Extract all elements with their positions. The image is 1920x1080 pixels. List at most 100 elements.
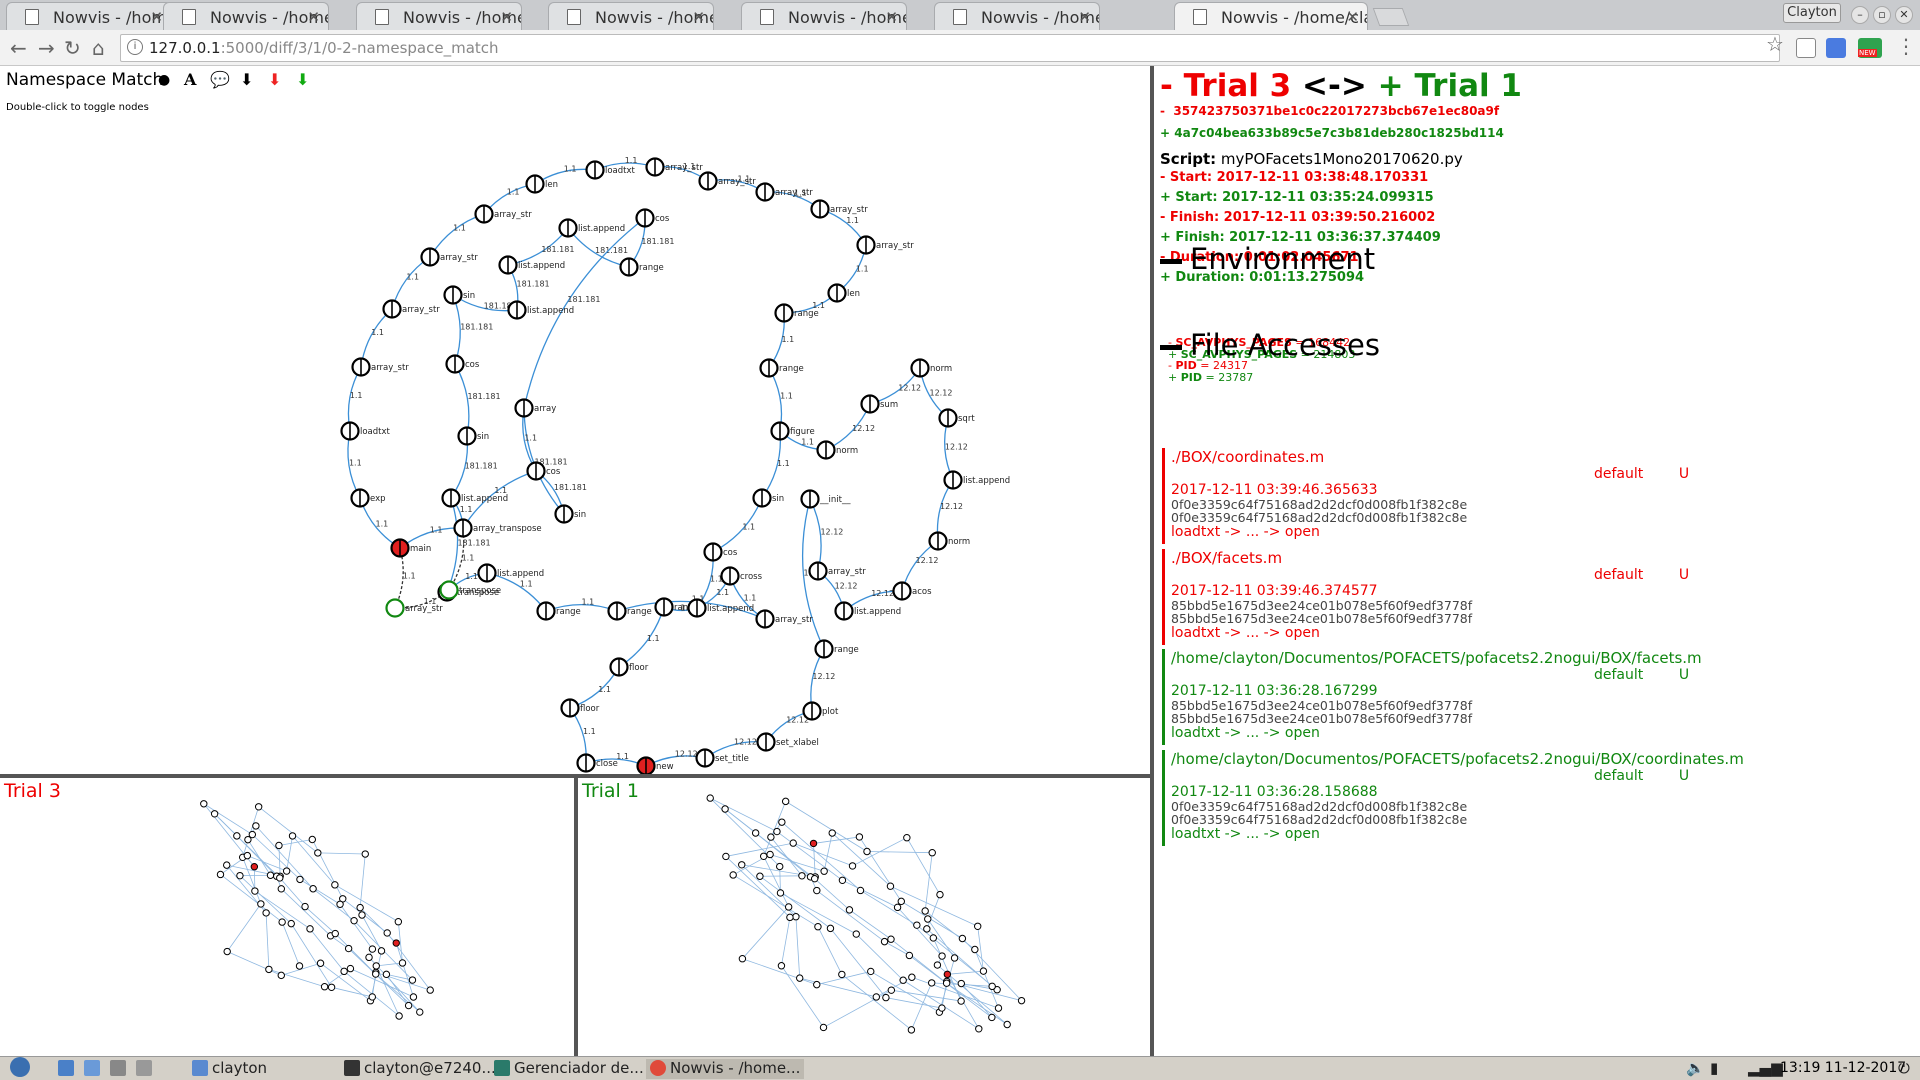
mini-node[interactable] [278, 918, 286, 926]
graph-node[interactable]: array_str [755, 609, 814, 629]
mini-node[interactable] [250, 863, 259, 871]
browser-tab[interactable]: Nowvis - /home/cla✕ [934, 2, 1100, 30]
mini-node[interactable] [251, 887, 259, 895]
mini-node[interactable] [252, 822, 260, 830]
mini-node[interactable] [372, 962, 380, 970]
mini-node[interactable] [277, 971, 285, 980]
file-access-item[interactable]: /home/clayton/Documentos/POFACETS/poface… [1162, 649, 1862, 745]
browser-tab[interactable]: Nowvis - /home/cla✕ [356, 2, 522, 30]
close-tab-icon[interactable]: ✕ [692, 8, 705, 26]
mini-node[interactable] [838, 876, 847, 884]
file-accesses-header[interactable]: File Accesses [1160, 328, 1380, 362]
volume-icon[interactable]: 🔈 [1686, 1059, 1705, 1079]
browser-tab[interactable]: Nowvis - /home/cla✕ [548, 2, 714, 30]
mini-node[interactable] [254, 803, 263, 811]
mini-node[interactable] [756, 872, 764, 880]
file-access-item[interactable]: /home/clayton/Documentos/POFACETS/poface… [1162, 749, 1862, 846]
graph-node[interactable]: floor [609, 657, 649, 677]
mini-node[interactable] [913, 921, 921, 929]
mini-node[interactable] [897, 897, 905, 906]
close-tab-icon[interactable]: ✕ [1078, 8, 1091, 26]
browser-tab[interactable]: Nowvis - /home/cla✕ [6, 2, 172, 30]
graph-node[interactable]: array_str [351, 357, 410, 377]
mini-node[interactable] [887, 935, 895, 943]
mini-node[interactable] [958, 934, 967, 943]
close-tab-icon[interactable]: ✕ [1346, 8, 1359, 26]
mini-node[interactable] [336, 900, 344, 908]
collapse-icon[interactable] [1160, 258, 1182, 264]
mini-node[interactable] [928, 849, 936, 857]
mini-node[interactable] [200, 800, 208, 808]
graph-node[interactable]: array_str [755, 182, 814, 202]
mini-node[interactable] [314, 849, 322, 857]
graph-node[interactable]: range [759, 358, 804, 378]
mini-node[interactable] [887, 986, 896, 994]
mini-node[interactable] [340, 967, 348, 976]
mini-node[interactable] [776, 889, 785, 897]
new-tab-button[interactable] [1372, 8, 1410, 26]
graph-node[interactable]: norm [910, 358, 953, 378]
taskbar-item-clayton[interactable]: clayton [192, 1059, 267, 1079]
mini-node[interactable] [786, 913, 794, 922]
mini-node[interactable] [377, 947, 386, 955]
mini-node[interactable] [767, 833, 775, 841]
mini-node[interactable] [777, 962, 786, 970]
graph-node[interactable]: cos [635, 208, 670, 228]
download-trial-b-icon[interactable]: ⬇ [296, 70, 309, 89]
graph-node[interactable]: transpose [439, 580, 502, 600]
mini-node[interactable] [266, 871, 275, 879]
mini-node[interactable] [223, 861, 231, 869]
mini-node[interactable] [426, 986, 434, 994]
mini-node[interactable] [346, 964, 355, 973]
graph-node[interactable]: cos [445, 354, 480, 374]
file-access-item[interactable]: ./BOX/coordinates.m default U 2017-12-11 0… [1162, 448, 1862, 544]
mini-node[interactable] [855, 833, 864, 841]
namespace-graph[interactable]: 1.1 1.1 1.1 1.1 1.1 1.1 1.1 1.1 1.1 1.1 1.1 1.1 1.1 1… [0, 66, 1150, 774]
mini-node[interactable] [408, 976, 417, 984]
mini-node[interactable] [751, 829, 760, 837]
graph-node[interactable]: floor [560, 698, 600, 718]
mini-node[interactable] [988, 982, 996, 991]
mini-node[interactable] [233, 832, 241, 840]
terminal-launch-icon[interactable] [110, 1059, 130, 1079]
mini-node[interactable] [988, 1013, 996, 1022]
mini-node[interactable] [899, 976, 907, 984]
graph-node[interactable]: len [827, 283, 860, 303]
new-extension-icon[interactable]: NEW [1858, 38, 1882, 58]
graph-node[interactable]: set_xlabel [756, 732, 819, 752]
mini-node[interactable] [798, 872, 806, 880]
forward-icon[interactable]: → [38, 36, 55, 60]
mini-node[interactable] [257, 900, 265, 908]
mini-node[interactable] [729, 871, 737, 879]
mini-node[interactable] [924, 915, 932, 923]
mini-node[interactable] [938, 1004, 946, 1012]
browser-tab-active[interactable]: Nowvis - /home/cla ✕ [1174, 2, 1368, 30]
mini-node[interactable] [936, 890, 944, 899]
profile-button[interactable]: Clayton [1783, 3, 1841, 23]
mini-node[interactable] [361, 850, 369, 858]
mini-node[interactable] [327, 983, 336, 991]
mini-node[interactable] [392, 939, 400, 947]
mini-node[interactable] [778, 818, 786, 826]
mini-node[interactable] [867, 967, 875, 976]
mini-node[interactable] [863, 847, 871, 856]
download-icon[interactable]: ⬇ [240, 70, 253, 89]
mini-node[interactable] [886, 882, 895, 890]
graph-node[interactable]: list.append [834, 601, 902, 621]
graph-node[interactable]: range [814, 639, 859, 659]
mini-node[interactable] [382, 970, 391, 979]
mini-node[interactable] [320, 983, 329, 991]
graph-node[interactable]: sin [554, 504, 587, 524]
mini-node[interactable] [738, 861, 746, 869]
download-trial-a-icon[interactable]: ⬇ [268, 70, 281, 89]
vertical-divider[interactable] [1150, 66, 1154, 1056]
graph-node[interactable]: sin [443, 285, 476, 305]
mini-node[interactable] [792, 913, 800, 921]
mini-node[interactable] [308, 835, 316, 844]
file-manager-icon[interactable] [58, 1059, 78, 1079]
mini-node[interactable] [903, 833, 911, 842]
bookmark-star-icon[interactable]: ☆ [1766, 32, 1784, 56]
graph-node[interactable]: figure [770, 421, 815, 441]
mini-node[interactable] [1017, 996, 1026, 1005]
environment-header[interactable]: Environment [1160, 242, 1375, 276]
